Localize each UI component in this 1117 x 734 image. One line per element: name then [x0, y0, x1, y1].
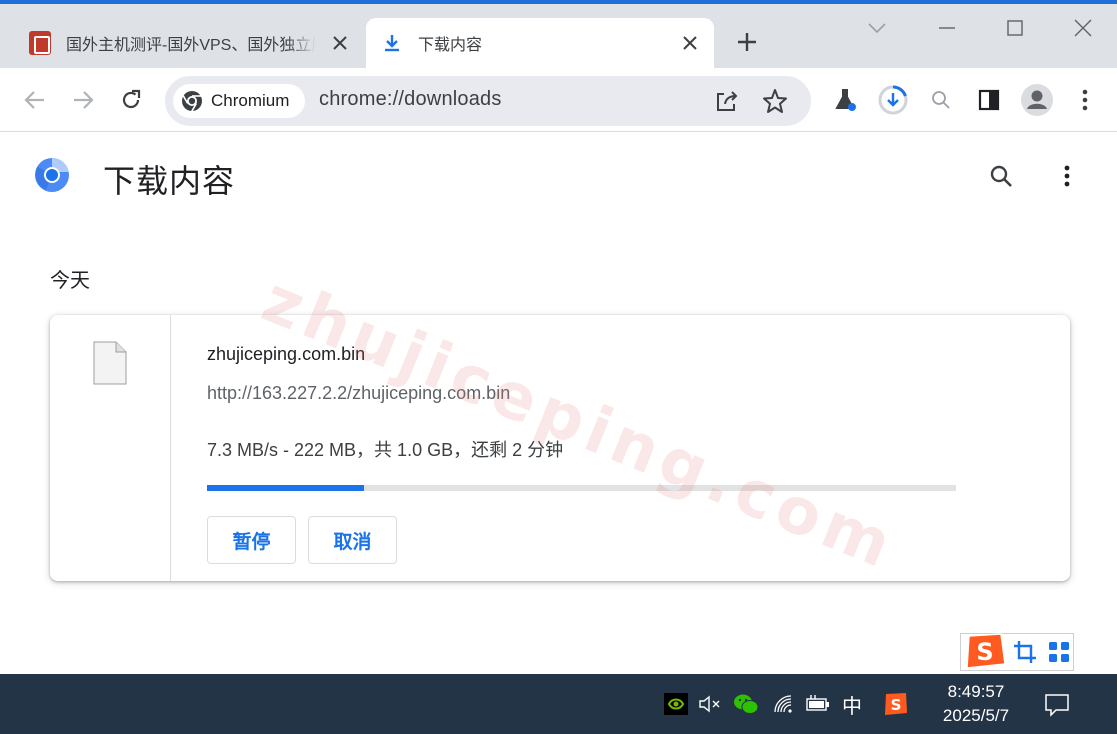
site-info-chip[interactable]: Chromium	[173, 84, 305, 118]
svg-text:S: S	[891, 696, 902, 714]
clock-date: 2025/5/7	[942, 706, 1010, 725]
download-file-name[interactable]: zhujiceping.com.bin	[207, 344, 365, 365]
wechat-icon[interactable]	[733, 691, 759, 717]
url-text[interactable]: chrome://downloads	[319, 88, 502, 111]
tab-search-chevron-icon[interactable]	[857, 10, 897, 46]
search-downloads-icon[interactable]	[984, 159, 1018, 193]
share-icon[interactable]	[710, 84, 744, 118]
close-tab-icon[interactable]	[330, 33, 350, 53]
tab-title: 国外主机测评-国外VPS、国外独立服务器	[66, 37, 316, 54]
window-accent-line	[0, 0, 1117, 4]
chromium-logo-icon	[182, 91, 202, 112]
more-actions-icon[interactable]	[1050, 159, 1084, 193]
wifi-icon[interactable]	[771, 691, 797, 717]
chromium-logo-icon	[35, 158, 69, 192]
maximize-icon[interactable]	[995, 10, 1035, 46]
new-tab-plus-icon[interactable]	[733, 28, 761, 56]
card-divider	[170, 315, 171, 581]
sogou-logo-icon: S	[966, 633, 1006, 669]
profile-avatar-icon[interactable]	[1019, 82, 1055, 118]
tab-zhujiceping[interactable]: 国外主机测评-国外VPS、国外独立服务器	[14, 18, 364, 68]
svg-text:S: S	[976, 638, 993, 666]
file-icon	[93, 341, 127, 385]
notification-center-icon[interactable]	[1042, 690, 1072, 720]
pause-button[interactable]: 暂停	[207, 516, 296, 564]
download-source-url[interactable]: http://163.227.2.2/zhujiceping.com.bin	[207, 383, 510, 404]
ime-mode-indicator[interactable]: 中	[839, 691, 865, 718]
date-header: 今天	[50, 270, 90, 292]
minimize-icon[interactable]	[927, 10, 967, 46]
download-status-text: 7.3 MB/s - 222 MB，共 1.0 GB，还剩 2 分钟	[207, 440, 564, 460]
address-bar[interactable]: Chromium chrome://downloads	[165, 76, 811, 126]
taskbar: 中 S 8:49:57 2025/5/7	[0, 674, 1117, 734]
forward-arrow-icon[interactable]	[65, 82, 101, 118]
ime-floating-toolbar[interactable]: S	[960, 633, 1074, 671]
close-window-icon[interactable]	[1063, 10, 1103, 46]
close-tab-icon[interactable]	[680, 33, 700, 53]
battery-charging-icon[interactable]	[805, 691, 831, 717]
bookmark-star-icon[interactable]	[758, 84, 792, 118]
nvidia-icon[interactable]	[663, 691, 689, 717]
side-panel-icon[interactable]	[971, 82, 1007, 118]
download-progress-icon[interactable]	[875, 82, 911, 118]
download-icon	[380, 31, 404, 55]
site-favicon-icon	[28, 31, 52, 55]
tab-title: 下载内容	[418, 37, 483, 54]
toolbox-grid-icon[interactable]	[1047, 640, 1071, 664]
download-progress-bar	[207, 485, 956, 491]
download-progress-fill	[207, 485, 365, 491]
page-title: 下载内容	[103, 163, 236, 199]
volume-muted-icon[interactable]	[697, 691, 723, 717]
screenshot-crop-icon[interactable]	[1013, 640, 1037, 664]
taskbar-clock[interactable]: 8:49:57 2025/5/7	[926, 680, 1026, 728]
tab-strip: 国外主机测评-国外VPS、国外独立服务器 下载内容	[0, 0, 1117, 68]
download-item-card: zhujiceping.com.bin http://163.227.2.2/z…	[50, 315, 1070, 581]
zoom-search-icon[interactable]	[923, 82, 959, 118]
labs-flask-icon[interactable]	[827, 82, 863, 118]
sogou-tray-icon[interactable]: S	[883, 691, 909, 717]
browser-toolbar: Chromium chrome://downloads	[0, 68, 1117, 132]
cancel-button[interactable]: 取消	[308, 516, 397, 564]
back-arrow-icon[interactable]	[17, 82, 53, 118]
site-chip-label: Chromium	[211, 91, 290, 110]
clock-time: 8:49:57	[947, 682, 1005, 701]
reload-icon[interactable]	[113, 82, 149, 118]
downloads-page: 下载内容 今天 zhujiceping.com.bin http://163.2…	[0, 133, 1117, 673]
browser-menu-icon[interactable]	[1067, 82, 1103, 118]
tab-downloads[interactable]: 下载内容	[366, 18, 714, 68]
